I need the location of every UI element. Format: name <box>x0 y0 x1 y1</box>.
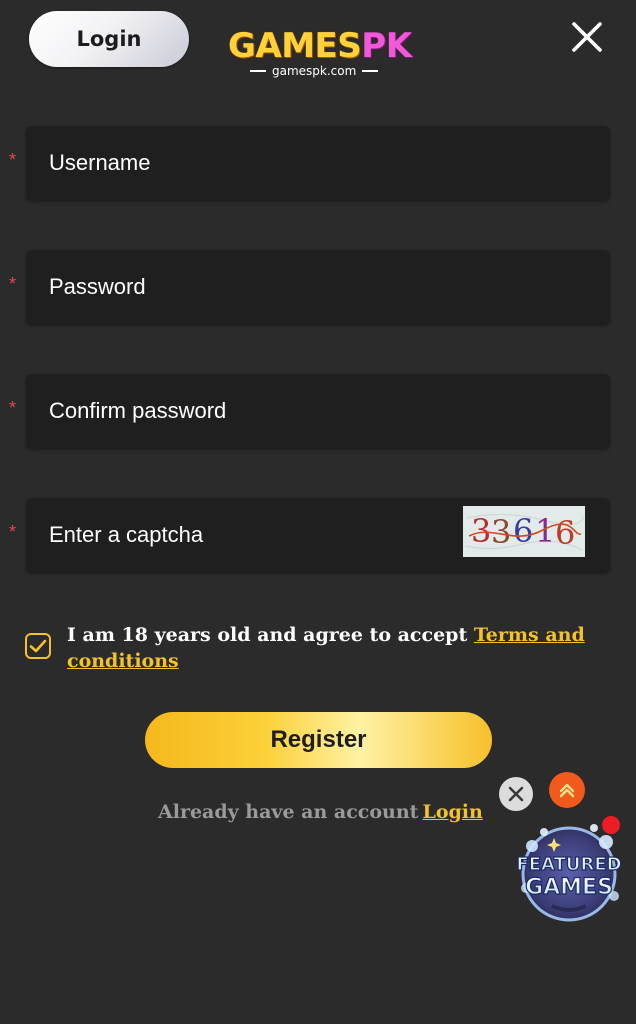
logo-games-text: GAMES <box>228 26 362 66</box>
password-input[interactable] <box>49 250 469 324</box>
logo-dash-right <box>362 70 379 72</box>
password-field-box <box>26 250 610 324</box>
terms-checkbox[interactable] <box>25 633 51 659</box>
captcha-digit-5: 6 <box>555 514 575 552</box>
check-icon <box>29 639 47 653</box>
double-chevron-up-icon[interactable] <box>549 772 585 808</box>
already-text: Already have an account <box>158 801 419 823</box>
captcha-digit-3: 6 <box>513 512 533 550</box>
username-row: * <box>0 126 636 200</box>
register-button[interactable]: Register <box>145 712 492 768</box>
close-circle-icon[interactable] <box>499 777 533 811</box>
required-marker: * <box>9 150 17 170</box>
logo-domain: gamespk.com <box>250 64 390 78</box>
already-have-account: Already have an account Login <box>158 801 483 823</box>
terms-text: I am 18 years old and agree to accept Te… <box>67 622 607 674</box>
confirm-password-input[interactable] <box>49 374 469 448</box>
confirm-password-row: * <box>0 374 636 448</box>
captcha-row: * 3 3 6 1 6 <box>0 498 636 572</box>
terms-statement: I am 18 years old and agree to accept <box>67 624 474 646</box>
close-icon[interactable] <box>570 20 604 54</box>
logo-dash-left <box>250 70 266 72</box>
featured-line1: FEATURED <box>516 854 621 875</box>
logo-wordmark: GAMESPK <box>228 26 412 66</box>
notification-dot <box>602 816 620 834</box>
captcha-field-box: 3 3 6 1 6 <box>26 498 610 572</box>
required-marker: * <box>9 522 17 542</box>
login-button[interactable]: Login <box>29 11 189 67</box>
captcha-digit-1: 3 <box>471 512 491 550</box>
username-input[interactable] <box>49 126 469 200</box>
username-field-box <box>26 126 610 200</box>
captcha-digit-2: 3 <box>491 513 511 551</box>
login-link[interactable]: Login <box>422 801 482 823</box>
register-page: Login GAMESPK gamespk.com * * * <box>0 0 636 1024</box>
brand-logo: GAMESPK gamespk.com <box>228 26 412 84</box>
captcha-input[interactable] <box>49 498 469 572</box>
logo-pk-text: PK <box>361 26 412 66</box>
required-marker: * <box>9 398 17 418</box>
captcha-digit-4: 1 <box>535 512 555 550</box>
password-row: * <box>0 250 636 324</box>
confirm-password-field-box <box>26 374 610 448</box>
captcha-image[interactable]: 3 3 6 1 6 <box>463 506 585 557</box>
required-marker: * <box>9 274 17 294</box>
featured-line2: GAMES <box>525 875 613 900</box>
logo-domain-text: gamespk.com <box>272 64 357 78</box>
